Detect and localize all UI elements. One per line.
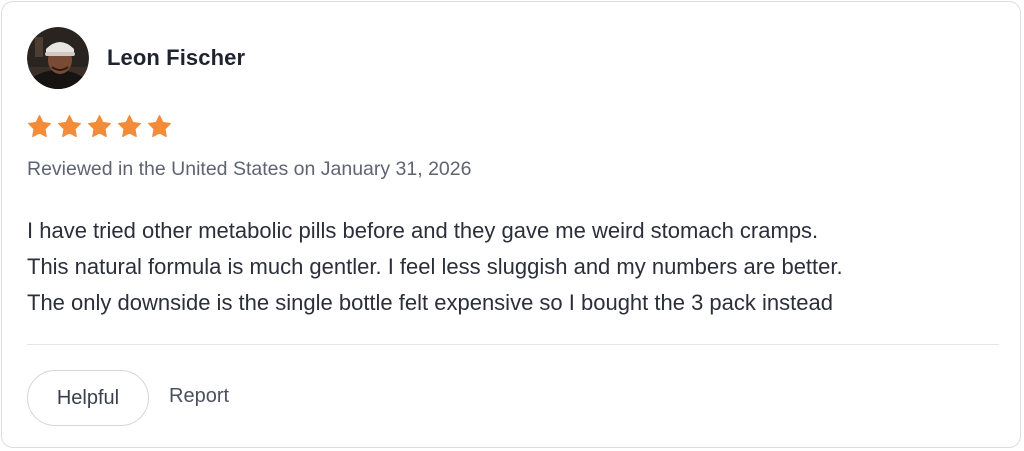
star-icon [148,115,171,138]
star-rating [27,114,172,139]
avatar [27,27,89,89]
review-text: I have tried other metabolic pills befor… [27,213,1002,321]
reviewer-name: Leon Fischer [107,45,246,70]
review-text-line: The only downside is the single bottle f… [27,290,833,315]
review-header: Leon Fischer [27,27,245,89]
review-text-line: This natural formula is much gentler. I … [27,254,843,279]
report-link[interactable]: Report [169,385,229,408]
star-icon [88,115,111,138]
review-card: Leon Fischer Reviewed in the United Stat… [1,1,1021,448]
review-date: Reviewed in the United States on January… [27,158,472,180]
star-icon [58,115,81,138]
divider [27,344,999,345]
review-text-line: I have tried other metabolic pills befor… [27,218,819,243]
helpful-button[interactable]: Helpful [27,370,149,426]
star-icon [28,115,51,138]
star-icon [118,115,141,138]
